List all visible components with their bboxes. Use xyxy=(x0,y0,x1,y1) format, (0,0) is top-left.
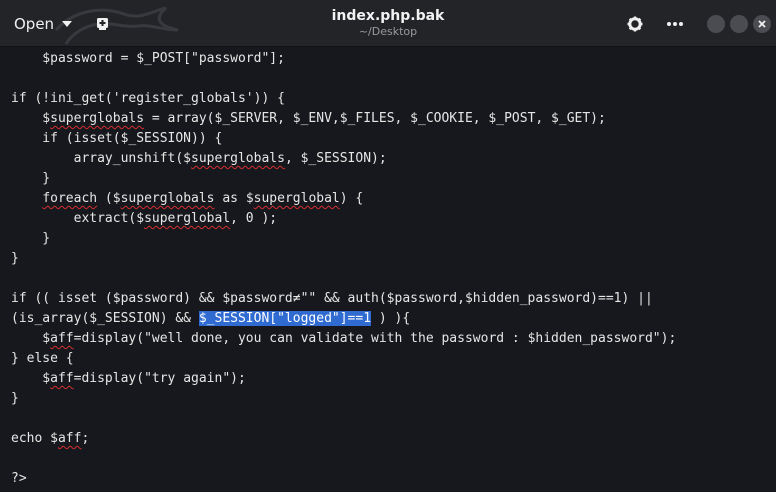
code-line-10: } xyxy=(11,231,51,246)
open-label: Open xyxy=(14,15,55,33)
gear-icon[interactable] xyxy=(626,15,644,33)
code-line-14: (is_array($_SESSION) && $_SESSION["logge… xyxy=(11,311,411,326)
spell-error: aff xyxy=(57,431,82,446)
window-title-area: index.php.bak ~/Desktop xyxy=(250,7,526,39)
file-title: index.php.bak xyxy=(331,8,445,24)
new-document-icon[interactable] xyxy=(94,15,112,33)
code-line-11: } xyxy=(11,251,19,266)
maximize-icon[interactable] xyxy=(730,15,748,33)
code-line-17: $aff=display("try again"); xyxy=(11,371,246,386)
spell-error: foreach xyxy=(42,191,98,206)
code-line-18: } xyxy=(11,391,19,406)
code-line-9: extract($superglobal, 0 ); xyxy=(11,211,278,226)
spell-error: aff xyxy=(50,331,74,346)
spell-error: aff xyxy=(50,371,74,386)
caret-down-icon xyxy=(62,21,73,27)
code-line-22: ?> xyxy=(11,471,27,486)
file-path: ~/Desktop xyxy=(358,25,418,38)
close-x-glyph xyxy=(758,20,766,28)
more-icon[interactable] xyxy=(664,15,686,33)
spell-error: superglobals xyxy=(120,191,215,206)
spell-error: superglobal xyxy=(144,211,231,226)
spell-error: superglobals xyxy=(50,111,145,126)
code-line-7: } xyxy=(11,171,51,186)
header-bar: Open index.php.bak ~/Desktop xyxy=(0,0,776,47)
minimize-icon[interactable] xyxy=(707,15,725,33)
code-line-1: $password = $_POST["password"]; xyxy=(11,51,285,66)
code-line-16: } else { xyxy=(11,351,74,366)
spell-error: superglobals xyxy=(191,151,285,166)
code-line-13: if (( isset ($password) && $password≠"" … xyxy=(11,291,653,306)
code-line-20: echo $aff; xyxy=(11,431,90,446)
code-editor[interactable]: $password = $_POST["password"]; if (!ini… xyxy=(0,48,776,492)
code-line-15: $aff=display("well done, you can validat… xyxy=(11,331,677,346)
code-line-3: if (!ini_get('register_globals')) { xyxy=(11,91,285,106)
close-icon[interactable] xyxy=(753,15,771,33)
spell-error: superglobal xyxy=(253,191,340,206)
code-line-4: $superglobals = array($_SERVER, $_ENV,$_… xyxy=(11,111,606,126)
open-button[interactable]: Open xyxy=(6,9,80,39)
code-line-8: foreach ($superglobals as $superglobal) … xyxy=(42,191,364,206)
code-line-5: if (isset($_SESSION)) { xyxy=(11,131,223,146)
text-selection[interactable]: $_SESSION["logged"]==1 xyxy=(198,311,372,326)
code-line-6: array_unshift($superglobals, $_SESSION); xyxy=(11,151,387,166)
